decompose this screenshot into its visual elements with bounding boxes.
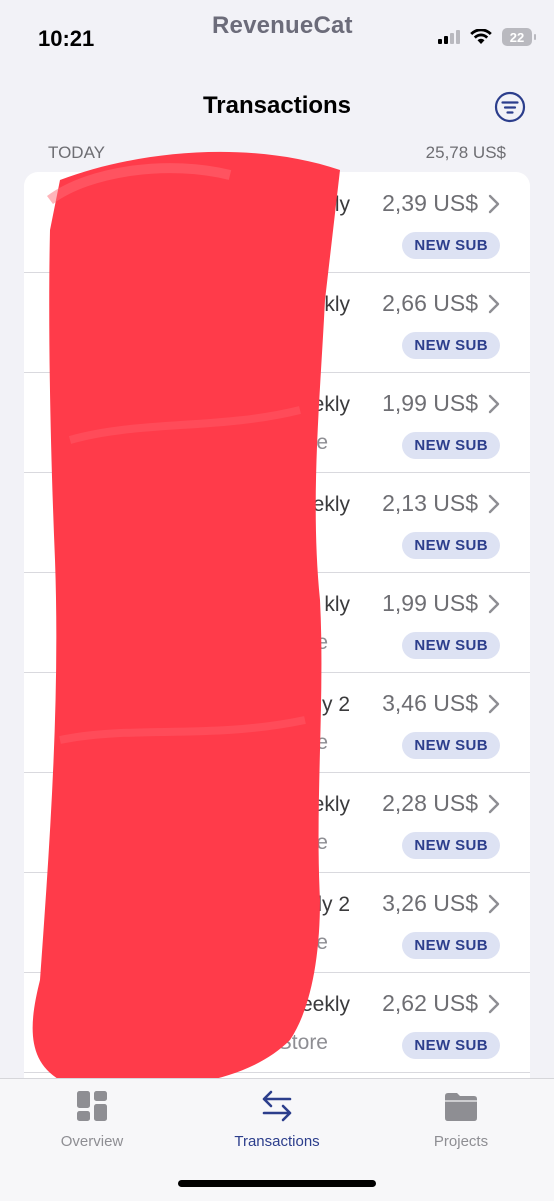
transaction-amount: 2,28 US$	[382, 790, 478, 816]
status-badge: NEW SUB	[402, 432, 500, 459]
transaction-amount: 1,99 US$	[382, 390, 478, 416]
transaction-amount: 2,13 US$	[382, 490, 478, 516]
filter-circle-icon[interactable]	[494, 91, 526, 123]
status-time: 10:21	[38, 26, 95, 51]
transaction-amount: 2,66 US$	[382, 290, 478, 316]
chevron-right-icon	[488, 794, 500, 814]
tab-label-transactions: Transactions	[234, 1133, 320, 1150]
section-total: 25,78 US$	[425, 143, 506, 162]
status-badge: NEW SUB	[402, 932, 500, 959]
dashboard-icon	[77, 1091, 107, 1121]
status-bar: 10:21 RevenueCat 22	[0, 0, 554, 80]
chevron-right-icon	[488, 594, 500, 614]
status-badge: NEW SUB	[402, 332, 500, 359]
chevron-right-icon	[488, 394, 500, 414]
cellular-signal-icon	[438, 30, 460, 44]
battery-level: 22	[509, 29, 525, 45]
status-icons: 22	[438, 28, 536, 46]
transaction-amount: 2,39 US$	[382, 190, 478, 216]
redaction-scribble	[32, 151, 340, 1088]
tab-label-overview: Overview	[60, 1133, 124, 1150]
page-title: Transactions	[202, 92, 352, 119]
status-badge: NEW SUB	[402, 1032, 500, 1059]
transaction-amount: 2,62 US$	[382, 990, 478, 1016]
chevron-right-icon	[488, 194, 500, 214]
chevron-right-icon	[488, 494, 500, 514]
status-badge: NEW SUB	[402, 232, 500, 259]
transaction-amount: 1,99 US$	[382, 590, 478, 616]
status-badge: NEW SUB	[402, 732, 500, 759]
transaction-amount: 3,46 US$	[382, 690, 478, 716]
chevron-right-icon	[488, 294, 500, 314]
battery-icon: 22	[502, 28, 536, 46]
app-brand-logo: RevenueCat	[212, 12, 353, 39]
chevron-right-icon	[488, 694, 500, 714]
transaction-amount: 3,26 US$	[382, 890, 478, 916]
tab-label-projects: Projects	[433, 1133, 489, 1150]
status-badge: NEW SUB	[402, 532, 500, 559]
folder-icon	[445, 1093, 477, 1121]
chevron-right-icon	[488, 894, 500, 914]
wifi-icon	[470, 29, 492, 44]
arrows-swap-icon	[262, 1090, 292, 1122]
tab-transactions[interactable]: Transactions	[207, 1087, 347, 1150]
chevron-right-icon	[488, 994, 500, 1014]
status-badge: NEW SUB	[402, 832, 500, 859]
tab-projects[interactable]: Projects	[391, 1087, 531, 1150]
status-badge: NEW SUB	[402, 632, 500, 659]
home-indicator	[178, 1180, 376, 1187]
tab-overview[interactable]: Overview	[22, 1087, 162, 1150]
